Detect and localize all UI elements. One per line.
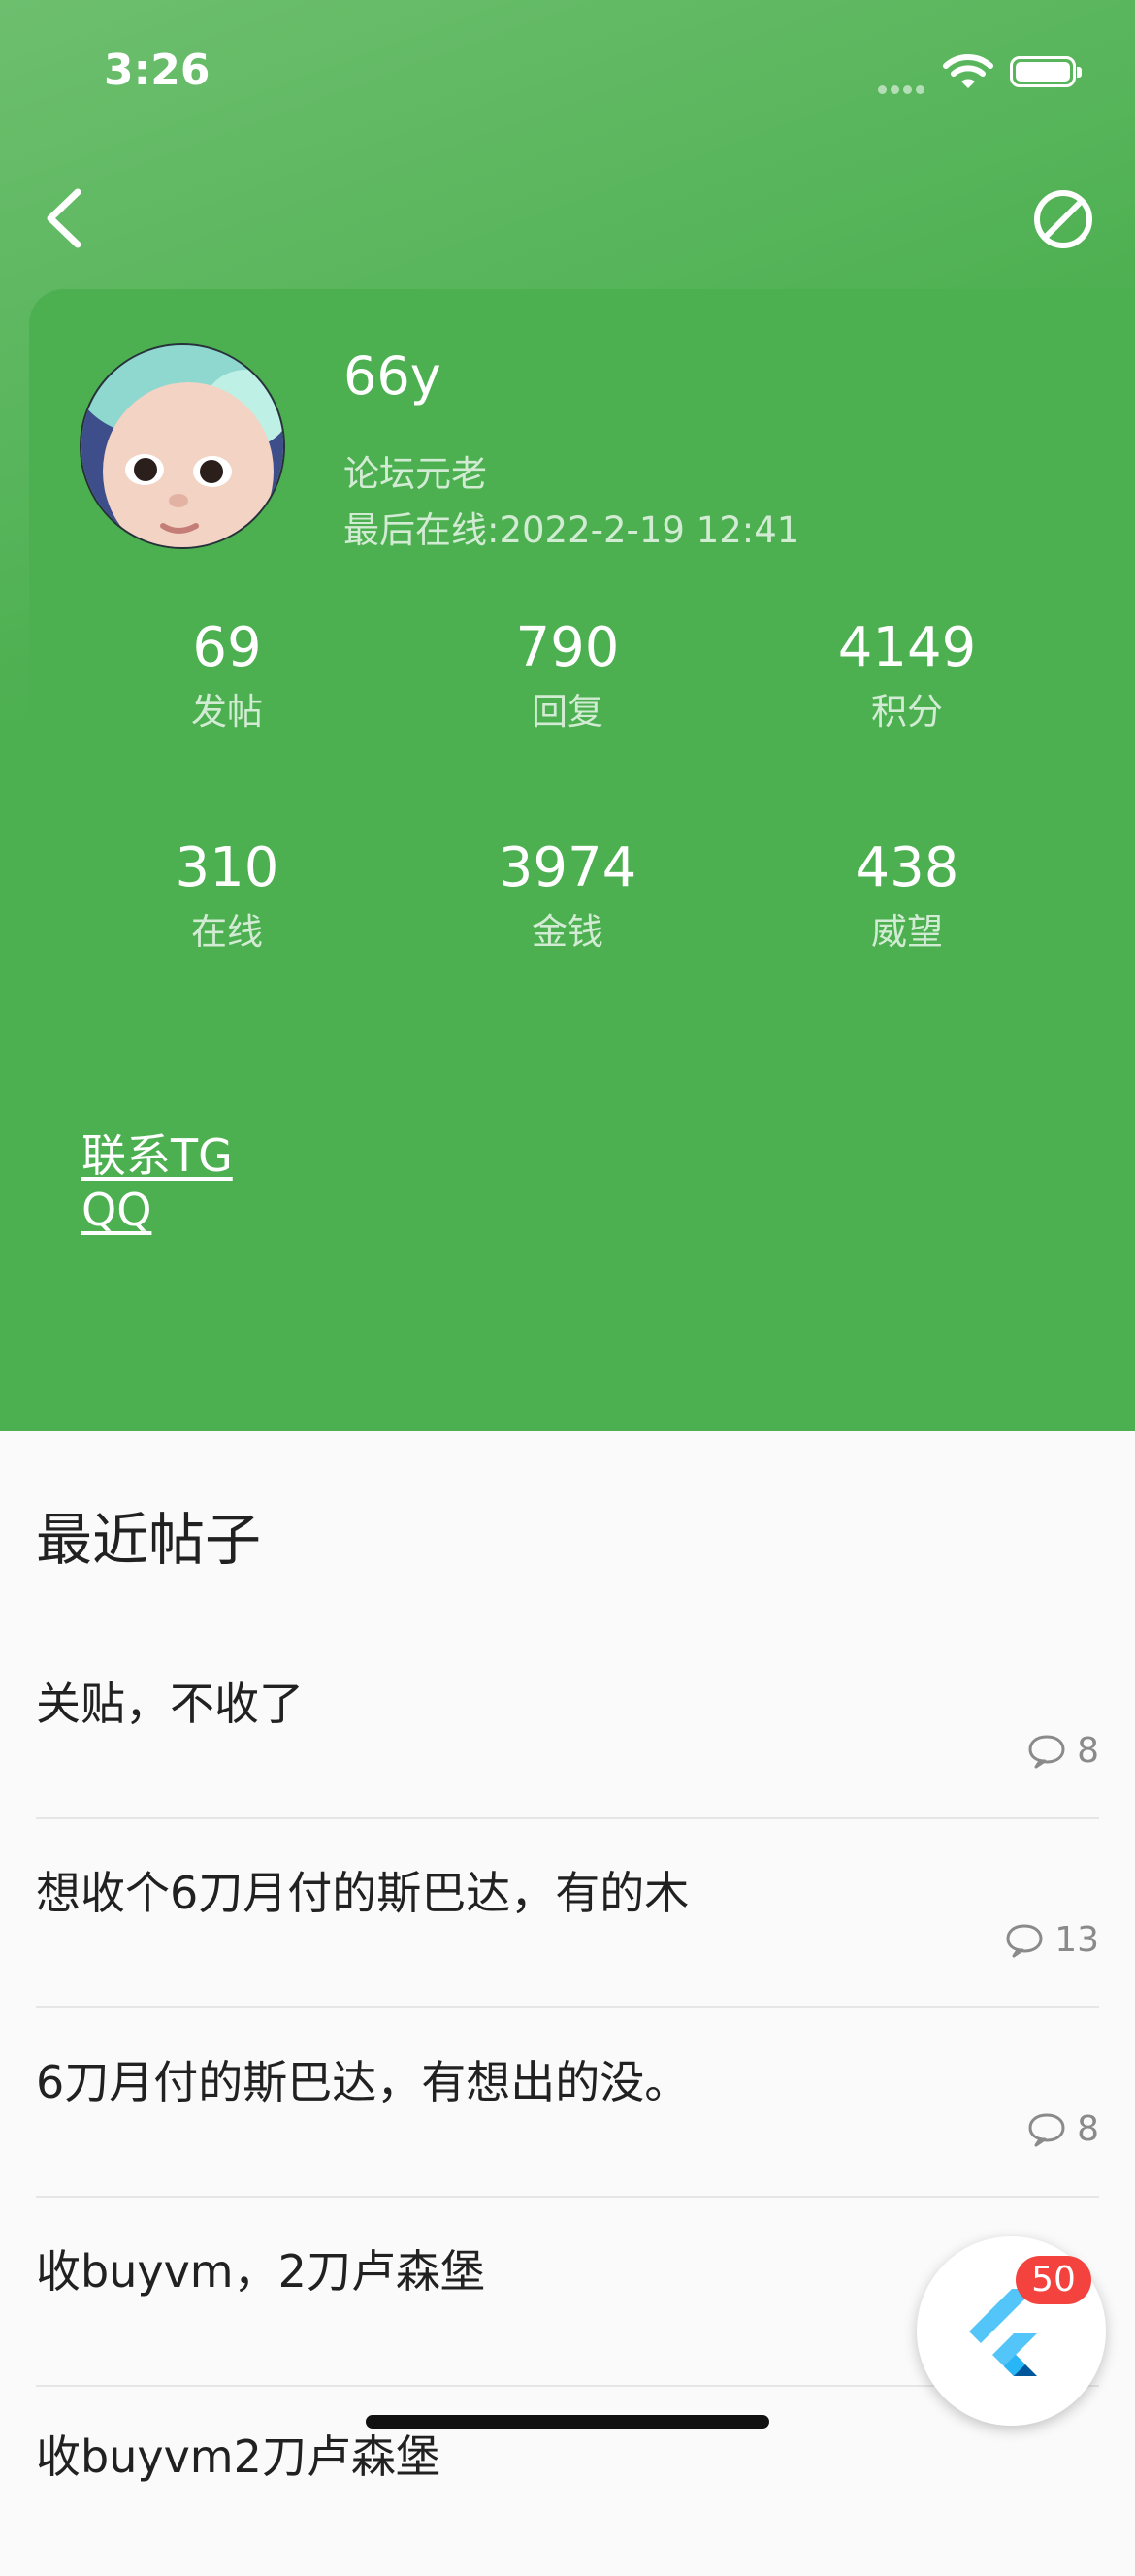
contact-qq-link[interactable]: QQ	[81, 1184, 151, 1236]
post-reply-count: 8	[1026, 1731, 1099, 1771]
home-indicator[interactable]	[366, 2415, 769, 2429]
post-item[interactable]: 想收个6刀月付的斯巴达，有的木 13	[36, 1819, 1099, 2008]
post-reply-count: 8	[1026, 2109, 1099, 2149]
status-time: 3:26	[104, 46, 211, 95]
post-reply-count: 13	[1004, 1920, 1099, 1960]
contact-tg-link[interactable]: 联系TG	[81, 1121, 233, 1185]
stat-label: 回复	[532, 691, 603, 733]
profile-header: 3:26 66y 论坛元老 最后在线:2022-2-19 12:41 69 发帖…	[0, 0, 1135, 1431]
stat-value: 69	[192, 616, 262, 679]
username: 66y	[343, 345, 441, 407]
post-title: 收buyvm2刀卢森堡	[36, 2430, 440, 2483]
stat-value: 790	[515, 616, 620, 679]
contact-card: 联系TG QQ	[29, 1067, 1135, 1295]
stat-value: 310	[175, 836, 279, 899]
stat-online: 310 在线	[81, 834, 373, 957]
stat-value: 3974	[498, 836, 637, 899]
back-button[interactable]	[37, 184, 91, 252]
post-title: 收buyvm，2刀卢森堡	[36, 2245, 485, 2298]
stat-money: 3974 金钱	[422, 834, 713, 957]
post-title: 关贴，不收了	[36, 1678, 304, 1730]
stat-value: 4149	[837, 616, 977, 679]
comment-icon	[1006, 1924, 1043, 1957]
stat-label: 威望	[871, 911, 943, 953]
stat-value: 438	[855, 836, 959, 899]
reply-count: 8	[1077, 1731, 1099, 1771]
profile-card: 66y 论坛元老 最后在线:2022-2-19 12:41 69 发帖 790 …	[29, 289, 1135, 1038]
battery-icon	[1010, 56, 1082, 87]
stat-points: 4149 积分	[762, 614, 1053, 736]
signal-icon	[878, 80, 930, 94]
reply-count: 8	[1077, 2109, 1099, 2149]
stat-label: 积分	[871, 691, 943, 733]
notification-badge: 50	[1016, 2256, 1091, 2304]
post-title: 想收个6刀月付的斯巴达，有的木	[36, 1867, 690, 1919]
stat-label: 金钱	[532, 911, 603, 953]
stat-label: 发帖	[191, 691, 263, 733]
reply-count: 13	[1054, 1920, 1099, 1960]
block-user-button[interactable]	[1031, 187, 1095, 251]
comment-icon	[1028, 2113, 1065, 2146]
post-item[interactable]: 6刀月付的斯巴达，有想出的没。 8	[36, 2008, 1099, 2198]
stat-replies: 790 回复	[422, 614, 713, 736]
user-rank: 论坛元老	[343, 453, 487, 495]
stat-label: 在线	[191, 911, 263, 953]
comment-icon	[1028, 1735, 1065, 1768]
stat-posts: 69 发帖	[81, 614, 373, 736]
avatar-image	[81, 345, 283, 547]
wifi-icon	[943, 54, 993, 88]
avatar[interactable]	[80, 343, 285, 549]
last-online: 最后在线:2022-2-19 12:41	[343, 509, 800, 551]
recent-posts-title: 最近帖子	[36, 1507, 262, 1573]
post-item[interactable]: 关贴，不收了 8	[36, 1630, 1099, 1819]
stat-prestige: 438 威望	[762, 834, 1053, 957]
post-title: 6刀月付的斯巴达，有想出的没。	[36, 2056, 690, 2108]
